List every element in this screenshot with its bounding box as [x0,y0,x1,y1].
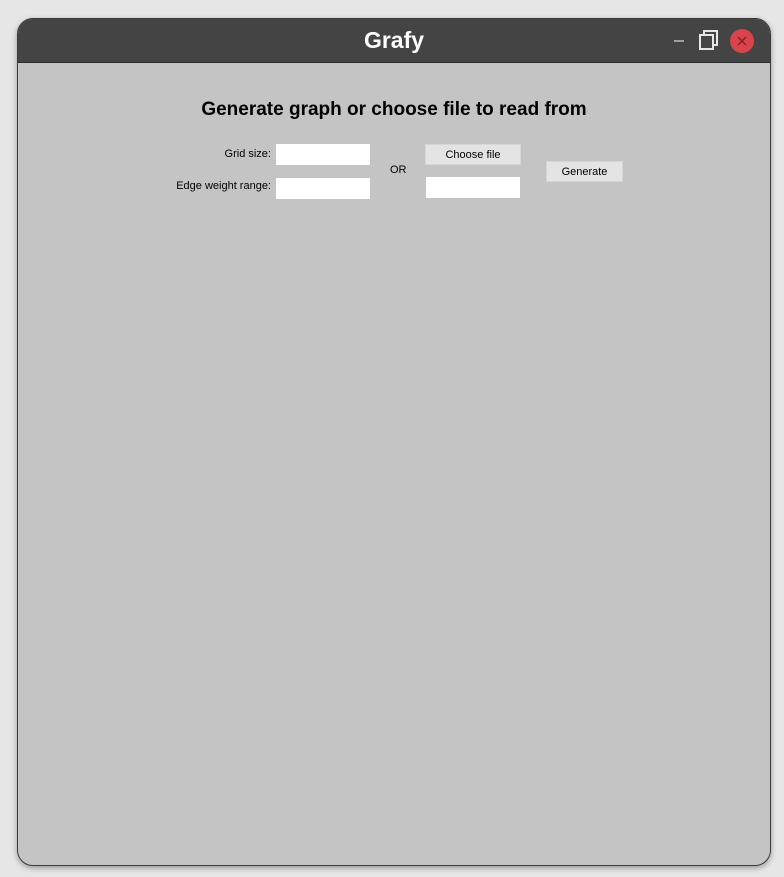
title-bar[interactable]: Grafy [18,19,770,63]
maximize-button[interactable] [697,29,721,53]
restore-icon [699,30,718,50]
generate-button[interactable]: Generate [546,161,623,182]
main-content: Generate graph or choose file to read fr… [18,63,770,865]
grid-size-label: Grid size: [224,148,271,160]
page-title: Generate graph or choose file to read fr… [201,99,587,120]
minimize-button[interactable] [668,29,692,53]
or-separator: OR [390,164,407,176]
minimize-icon [674,40,684,42]
close-icon [730,29,754,53]
grid-size-input[interactable] [276,144,370,165]
file-path-input[interactable] [426,177,520,198]
choose-file-button[interactable]: Choose file [425,144,521,165]
app-window: Grafy Generate graph or choose file to r… [17,18,771,866]
close-button[interactable] [730,29,754,53]
edge-weight-range-input[interactable] [276,178,370,199]
window-title: Grafy [363,27,425,53]
edge-weight-range-label: Edge weight range: [176,180,271,192]
